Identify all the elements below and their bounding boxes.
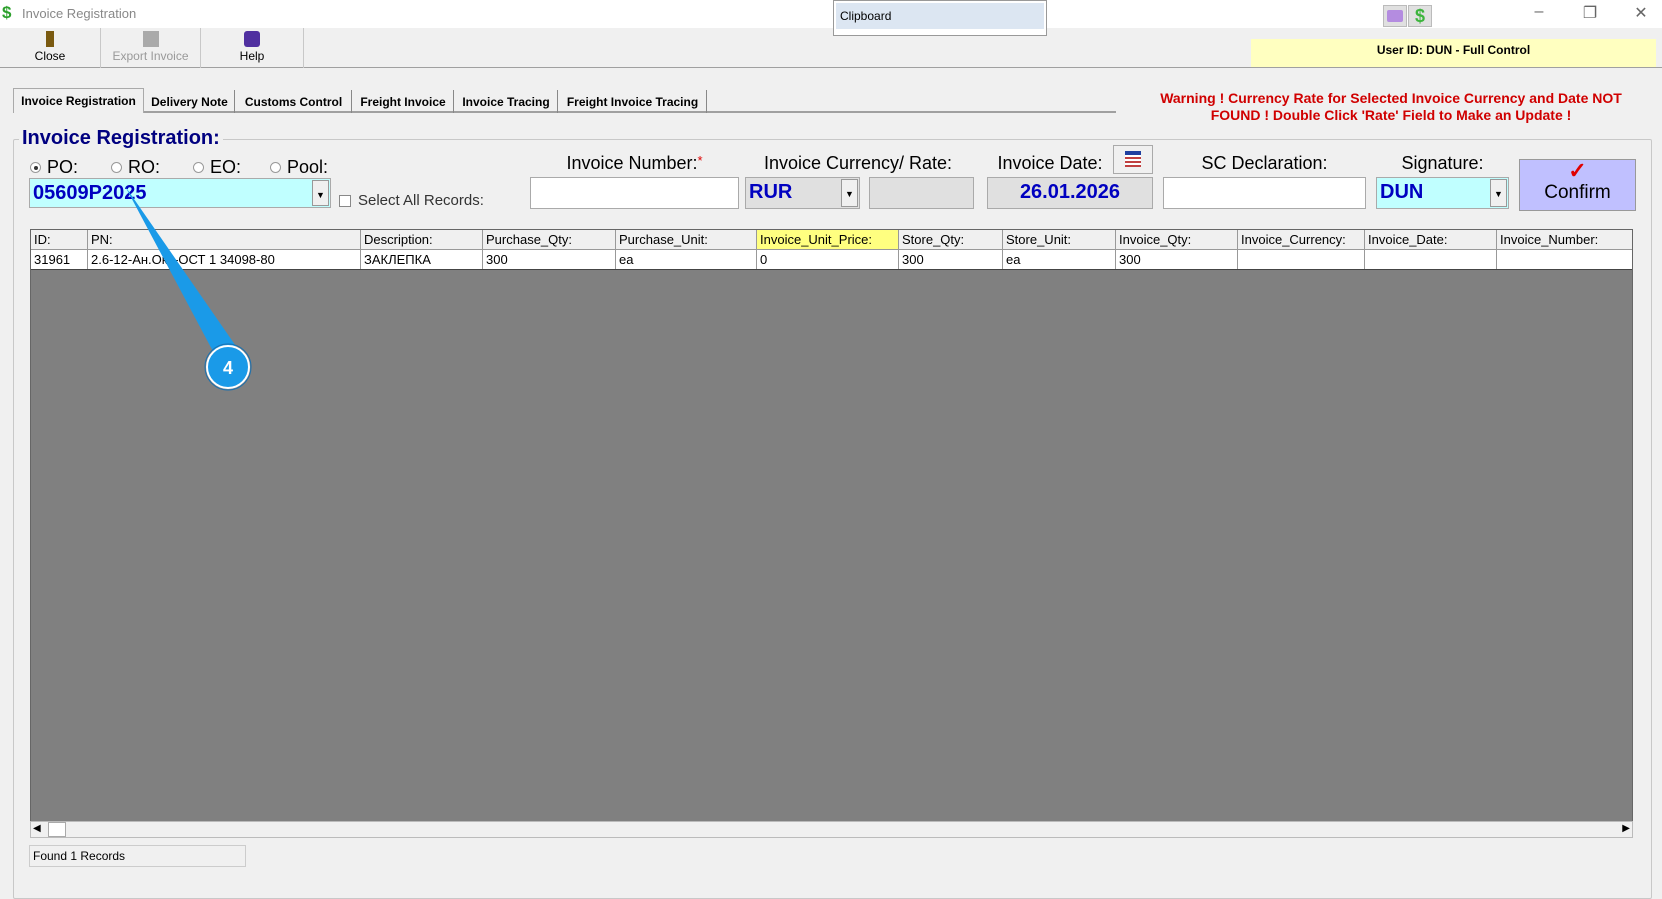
callout-pointer — [125, 186, 240, 357]
callout-annotation: 4 — [125, 186, 252, 391]
callout-number: 4 — [223, 358, 233, 378]
